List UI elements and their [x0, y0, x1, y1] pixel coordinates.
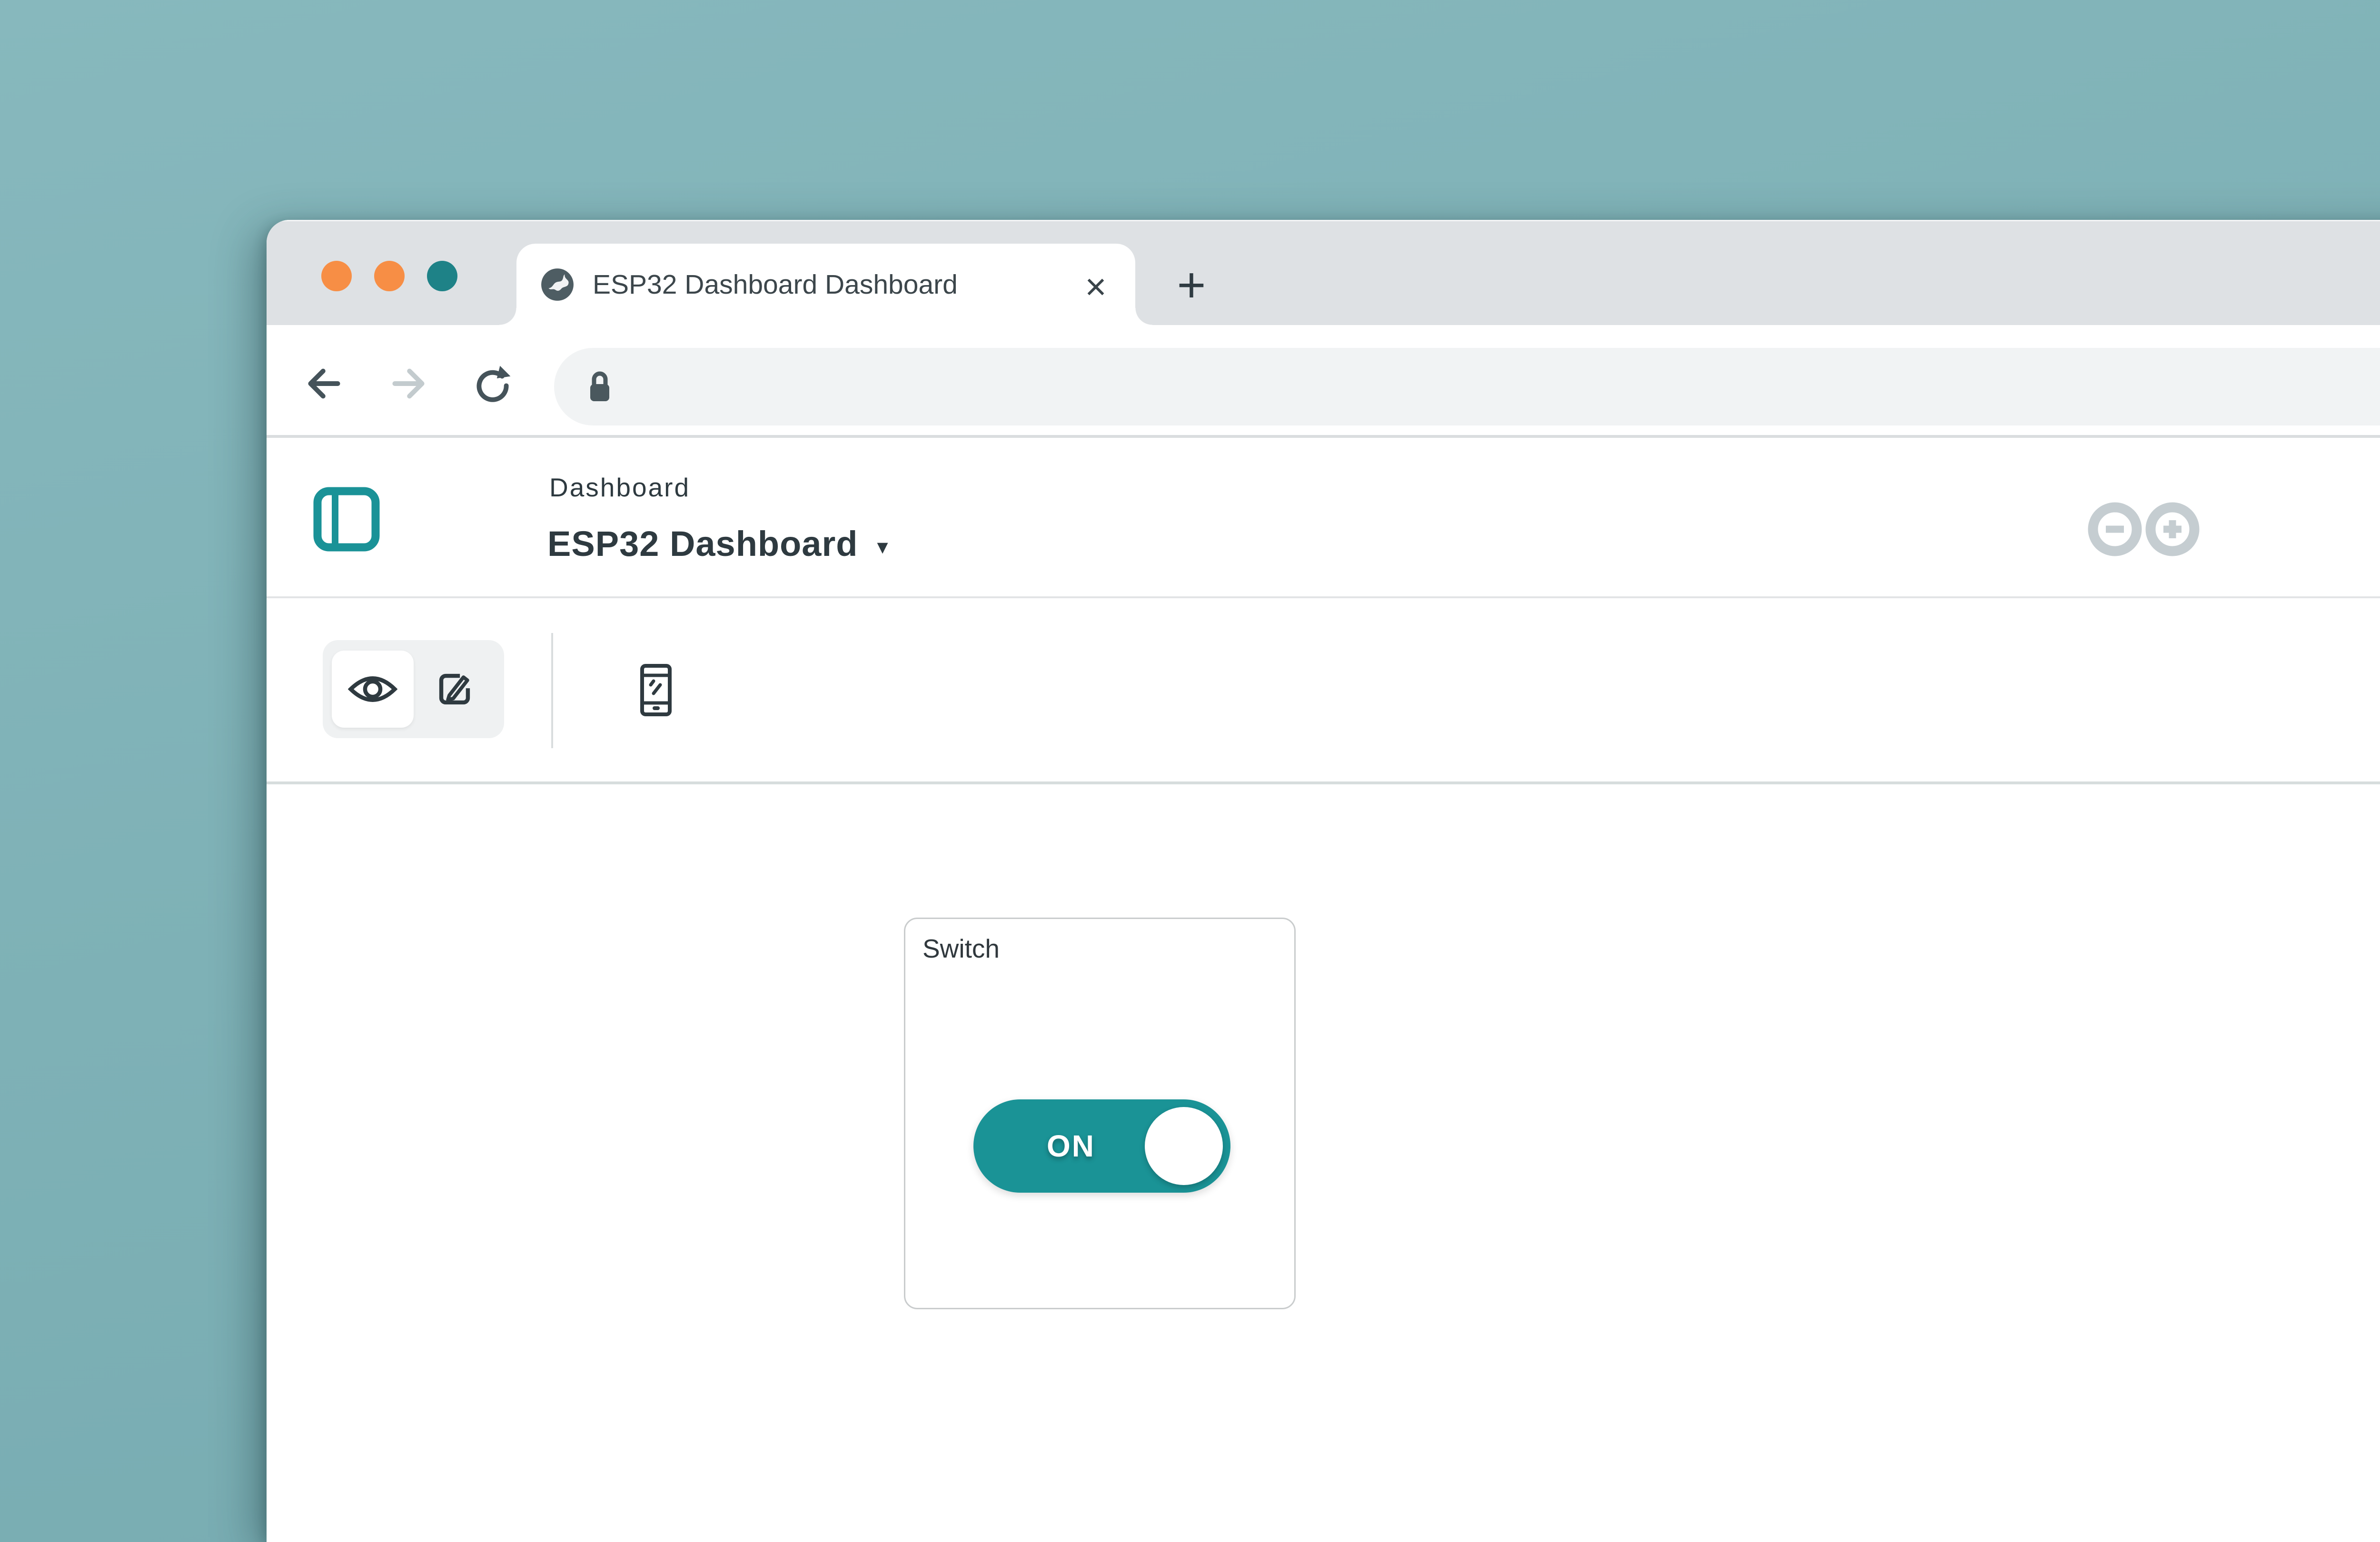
lock-icon	[585, 370, 615, 404]
view-mode-button[interactable]	[332, 651, 414, 728]
mobile-view-button[interactable]	[621, 648, 690, 731]
tab-close-button[interactable]: ×	[1072, 263, 1120, 310]
back-arrow-icon	[303, 363, 345, 405]
browser-toolbar	[267, 325, 2380, 435]
tab-title: ESP32 Dashboard Dashboard	[593, 269, 958, 300]
toggle-knob	[1145, 1107, 1223, 1185]
switch-toggle[interactable]: ON	[973, 1099, 1230, 1193]
address-bar[interactable]	[554, 348, 2380, 425]
dashboard-selector[interactable]: ESP32 Dashboard ▾	[547, 524, 888, 564]
edit-mode-button[interactable]	[414, 651, 496, 728]
close-window-button[interactable]	[321, 261, 352, 291]
window-controls	[321, 261, 457, 291]
tab-strip: ESP32 Dashboard Dashboard × +	[267, 220, 2380, 325]
dashboard-title: ESP32 Dashboard	[547, 524, 858, 564]
forward-arrow-icon	[387, 363, 429, 405]
mode-toolbar	[267, 598, 2380, 781]
widget-label: Switch	[922, 933, 1000, 964]
back-button[interactable]	[300, 360, 348, 407]
reload-button[interactable]	[469, 360, 516, 407]
switch-widget-card: Switch ON	[904, 918, 1296, 1309]
mobile-phone-icon	[640, 664, 672, 716]
mode-toolbar-divider	[551, 633, 553, 748]
edit-pencil-icon	[435, 670, 474, 709]
forward-button[interactable]	[385, 360, 432, 407]
dashboard-layout-button[interactable]	[313, 487, 380, 552]
browser-tab[interactable]: ESP32 Dashboard Dashboard ×	[516, 244, 1135, 325]
fullscreen-window-button[interactable]	[427, 261, 457, 291]
eye-icon	[348, 672, 397, 706]
reload-icon	[472, 363, 514, 405]
sidebar-layout-icon	[313, 487, 380, 552]
minimize-window-button[interactable]	[374, 261, 405, 291]
tab-title-wrap: ESP32 Dashboard Dashboard	[593, 244, 1064, 325]
arduino-logo-icon	[2083, 496, 2204, 563]
globe-favicon-icon	[540, 267, 575, 302]
new-tab-button[interactable]: +	[1165, 259, 1218, 311]
view-mode-toggle-group	[323, 640, 504, 738]
dashboard-eyebrow-label: Dashboard	[549, 472, 690, 503]
toggle-state-label: ON	[992, 1099, 1150, 1193]
browser-window: ESP32 Dashboard Dashboard × +	[267, 220, 2380, 1542]
chevron-down-icon: ▾	[877, 529, 888, 559]
dashboard-header: Dashboard ESP32 Dashboard ▾	[267, 438, 2380, 596]
desktop-background: ESP32 Dashboard Dashboard × +	[0, 0, 2380, 1542]
dashboard-canvas: Switch ON	[267, 784, 2380, 1542]
